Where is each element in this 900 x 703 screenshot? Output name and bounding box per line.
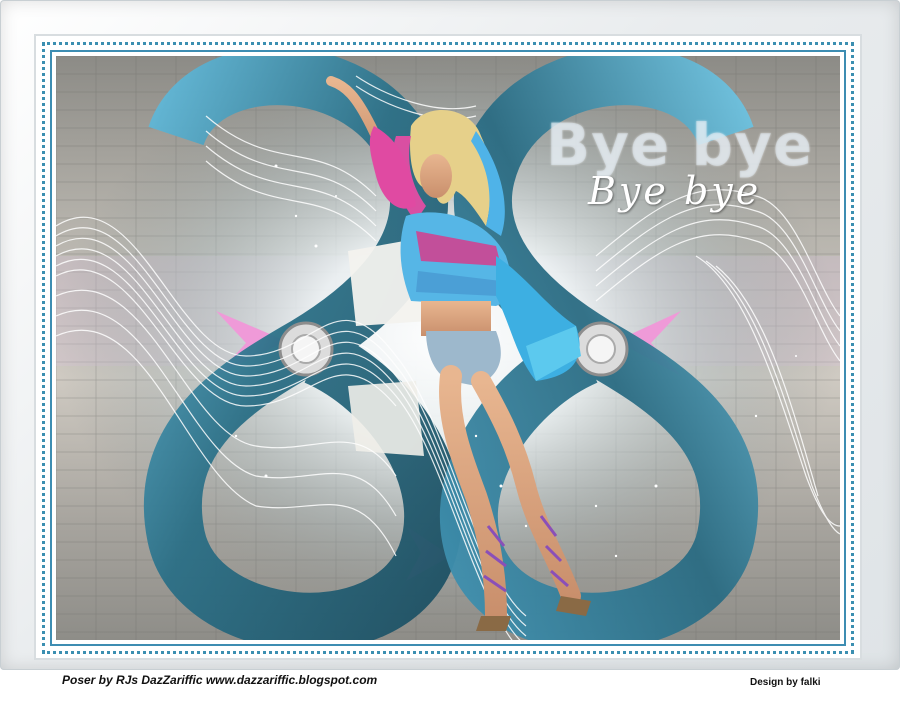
design-credit: Design by falki bbox=[750, 677, 821, 688]
poser-credit: Poser by RJs DazZariffic www.dazzariffic… bbox=[62, 673, 378, 687]
right-medallion bbox=[573, 321, 629, 377]
artwork-title: Bye bye bbox=[546, 111, 814, 179]
artwork-scene: Bye bye Bye bye bbox=[56, 56, 840, 640]
artwork-subtitle: Bye bye bbox=[588, 169, 762, 213]
